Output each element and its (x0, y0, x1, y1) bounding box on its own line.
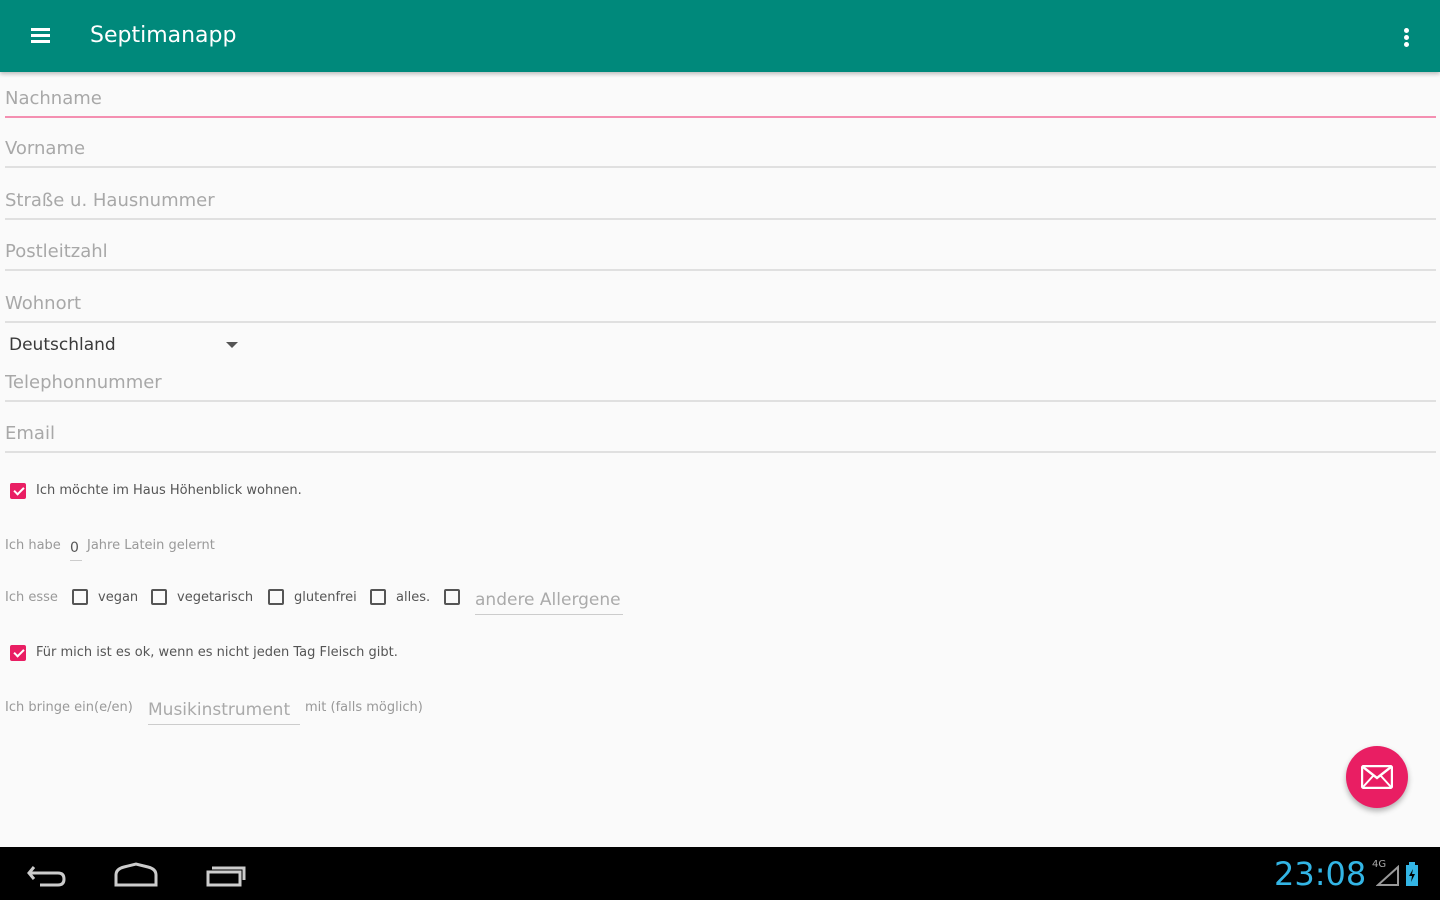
more-vert-icon-dot (1404, 42, 1409, 47)
everything-label: alles. (396, 590, 431, 605)
lastname-input[interactable] (5, 80, 1436, 118)
vegan-label: vegan (98, 590, 139, 605)
hamburger-icon-line (31, 34, 50, 37)
signal-icon (1376, 865, 1399, 886)
battery-icon (1406, 862, 1418, 886)
recent-apps-icon (206, 866, 246, 887)
allergens-input[interactable] (475, 586, 623, 615)
hamburger-icon-line (31, 40, 50, 43)
country-select[interactable]: Deutschland (5, 330, 238, 360)
app-title: Septimanapp (90, 23, 237, 48)
home-icon (114, 862, 158, 887)
everything-checkbox[interactable] (370, 589, 386, 605)
more-vert-icon (1404, 28, 1409, 33)
vegetarian-checkbox[interactable] (151, 589, 167, 605)
street-input[interactable] (5, 182, 1436, 220)
meat-checkbox[interactable] (10, 645, 26, 661)
instrument-suffix-label: mit (falls möglich) (305, 700, 423, 715)
latin-years-input[interactable] (70, 536, 82, 561)
house-checkbox[interactable] (10, 483, 26, 499)
phone-input[interactable] (5, 364, 1436, 402)
city-input[interactable] (5, 285, 1436, 323)
instrument-input[interactable] (148, 696, 300, 725)
send-email-button[interactable] (1346, 746, 1408, 808)
latin-suffix-label: Jahre Latein gelernt (87, 538, 215, 553)
instrument-prefix-label: Ich bringe ein(e/en) (5, 700, 133, 715)
status-clock: 23:08 (1274, 855, 1367, 893)
dropdown-arrow-icon (226, 342, 238, 348)
house-checkbox-label: Ich möchte im Haus Höhenblick wohnen. (36, 483, 302, 498)
home-button[interactable] (106, 855, 166, 893)
latin-prefix-label: Ich habe (5, 538, 61, 553)
meat-checkbox-label: Für mich ist es ok, wenn es nicht jeden … (36, 645, 398, 660)
glutenfree-label: glutenfrei (294, 590, 357, 605)
firstname-input[interactable] (5, 130, 1436, 168)
overflow-menu-button[interactable] (1392, 18, 1422, 54)
recent-apps-button[interactable] (196, 855, 256, 893)
vegetarian-label: vegetarisch (177, 590, 254, 605)
hamburger-icon (31, 28, 50, 31)
menu-button[interactable] (20, 16, 60, 56)
diet-prefix-label: Ich esse (5, 590, 58, 605)
app-bar: Septimanapp (0, 0, 1440, 72)
zip-input[interactable] (5, 233, 1436, 271)
back-button[interactable] (18, 855, 78, 893)
email-input[interactable] (5, 415, 1436, 453)
allergens-checkbox[interactable] (444, 589, 460, 605)
glutenfree-checkbox[interactable] (268, 589, 284, 605)
vegan-checkbox[interactable] (72, 589, 88, 605)
country-select-value: Deutschland (9, 335, 116, 355)
back-icon (27, 866, 66, 887)
mail-icon (1361, 765, 1393, 789)
more-vert-icon-dot (1404, 35, 1409, 40)
system-nav-bar: 23:08 4G (0, 847, 1440, 900)
